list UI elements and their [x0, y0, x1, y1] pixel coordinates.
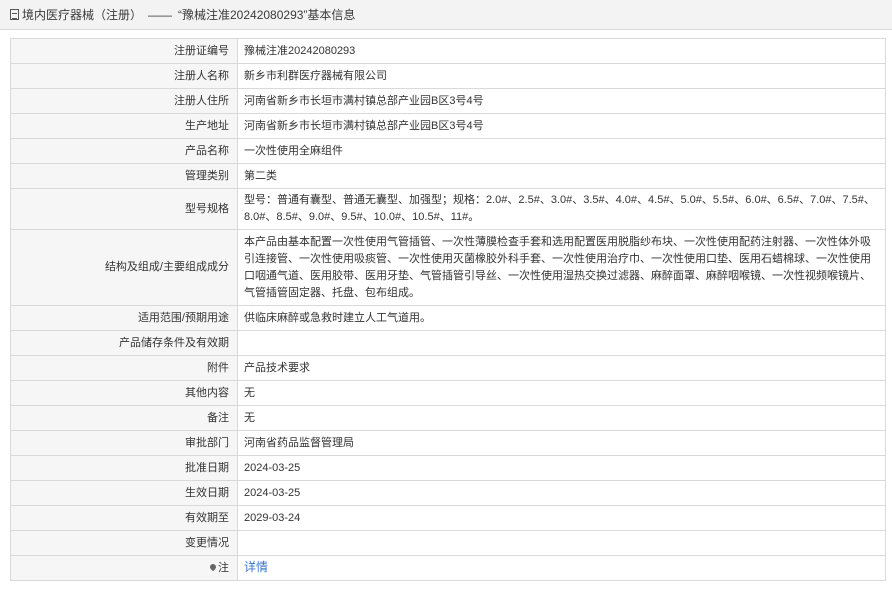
row-label: 审批部门 — [10, 430, 238, 456]
row-value — [237, 330, 886, 356]
table-row: 变更情况 — [10, 530, 886, 556]
row-label: 批准日期 — [10, 455, 238, 481]
row-label: 其他内容 — [10, 380, 238, 406]
row-label: 生产地址 — [10, 113, 238, 139]
table-row: 注册人名称 新乡市利群医疗器械有限公司 — [10, 63, 886, 89]
row-label: 有效期至 — [10, 505, 238, 531]
table-row: 生产地址 河南省新乡市长垣市满村镇总部产业园B区3号4号 — [10, 113, 886, 139]
row-label: 注册人住所 — [10, 88, 238, 114]
table-row: 附件 产品技术要求 — [10, 355, 886, 381]
table-row: 生效日期 2024-03-25 — [10, 480, 886, 506]
document-icon — [10, 9, 19, 20]
row-value: 2024-03-25 — [237, 455, 886, 481]
row-label: 生效日期 — [10, 480, 238, 506]
details-link[interactable]: 详情 — [244, 560, 268, 574]
row-value: 供临床麻醉或急救时建立人工气道用。 — [237, 305, 886, 331]
row-value: 型号：普通有囊型、普通无囊型、加强型；规格：2.0#、2.5#、3.0#、3.5… — [237, 188, 886, 230]
row-value — [237, 530, 886, 556]
row-value: 无 — [237, 380, 886, 406]
info-table: 注册证编号 豫械注准20242080293 注册人名称 新乡市利群医疗器械有限公… — [10, 38, 886, 581]
note-row: 注 详情 — [10, 555, 886, 581]
page-header: 境内医疗器械（注册） —— “豫械注准20242080293”基本信息 — [0, 0, 892, 30]
note-label-cell: 注 — [10, 555, 238, 581]
table-row: 管理类别 第二类 — [10, 163, 886, 189]
row-value: 豫械注准20242080293 — [237, 38, 886, 64]
row-value: 一次性使用全麻组件 — [237, 138, 886, 164]
table-row: 审批部门 河南省药品监督管理局 — [10, 430, 886, 456]
header-separator: —— — [148, 7, 173, 22]
header-category: 境内医疗器械（注册） — [22, 8, 143, 22]
table-row: 型号规格 型号：普通有囊型、普通无囊型、加强型；规格：2.0#、2.5#、3.0… — [10, 188, 886, 230]
table-row: 产品名称 一次性使用全麻组件 — [10, 138, 886, 164]
row-label: 产品储存条件及有效期 — [10, 330, 238, 356]
row-value: 产品技术要求 — [237, 355, 886, 381]
row-value: 河南省新乡市长垣市满村镇总部产业园B区3号4号 — [237, 113, 886, 139]
row-value: 2024-03-25 — [237, 480, 886, 506]
row-label: 备注 — [10, 405, 238, 431]
row-label: 变更情况 — [10, 530, 238, 556]
note-value: 详情 — [237, 555, 886, 581]
row-label: 产品名称 — [10, 138, 238, 164]
row-label: 管理类别 — [10, 163, 238, 189]
table-row: 有效期至 2029-03-24 — [10, 505, 886, 531]
row-value: 河南省药品监督管理局 — [237, 430, 886, 456]
row-label: 注册人名称 — [10, 63, 238, 89]
table-row: 注册证编号 豫械注准20242080293 — [10, 38, 886, 64]
table-row: 其他内容 无 — [10, 380, 886, 406]
row-label: 适用范围/预期用途 — [10, 305, 238, 331]
row-value: 本产品由基本配置一次性使用气管插管、一次性薄膜检查手套和选用配置医用脱脂纱布块、… — [237, 229, 886, 306]
note-label: 注 — [218, 561, 229, 574]
table-row: 注册人住所 河南省新乡市长垣市满村镇总部产业园B区3号4号 — [10, 88, 886, 114]
table-row: 产品储存条件及有效期 — [10, 330, 886, 356]
row-value: 无 — [237, 405, 886, 431]
row-label: 注册证编号 — [10, 38, 238, 64]
table-row: 备注 无 — [10, 405, 886, 431]
row-label: 型号规格 — [10, 188, 238, 230]
header-record-title: “豫械注准20242080293”基本信息 — [178, 8, 356, 22]
table-row: 结构及组成/主要组成成分 本产品由基本配置一次性使用气管插管、一次性薄膜检查手套… — [10, 229, 886, 306]
row-value: 2029-03-24 — [237, 505, 886, 531]
table-row: 批准日期 2024-03-25 — [10, 455, 886, 481]
row-label: 附件 — [10, 355, 238, 381]
pin-icon — [208, 562, 218, 571]
row-value: 第二类 — [237, 163, 886, 189]
table-row: 适用范围/预期用途 供临床麻醉或急救时建立人工气道用。 — [10, 305, 886, 331]
row-value: 新乡市利群医疗器械有限公司 — [237, 63, 886, 89]
row-label: 结构及组成/主要组成成分 — [10, 229, 238, 306]
row-value: 河南省新乡市长垣市满村镇总部产业园B区3号4号 — [237, 88, 886, 114]
